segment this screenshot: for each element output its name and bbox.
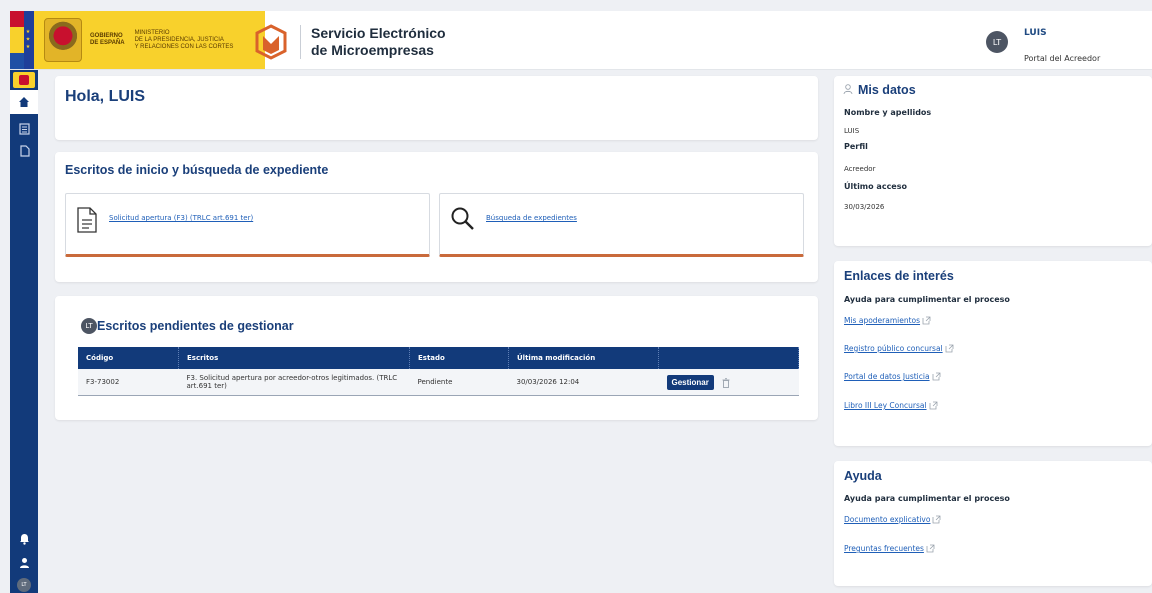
link-preguntas-frecuentes[interactable]: Preguntas frecuentes (844, 544, 935, 553)
bell-icon (19, 534, 29, 545)
sidebar-logo-icon (13, 72, 35, 88)
app-title: Servicio Electrónico de Microempresas (300, 25, 446, 59)
sidebar-item-home[interactable] (10, 90, 38, 114)
column-estado[interactable]: Estado (409, 347, 509, 369)
top-header: GOBIERNO DE ESPAÑA MINISTERIO DE LA PRES… (10, 11, 1152, 70)
escritos-card: Escritos de inicio y búsqueda de expedie… (55, 152, 818, 282)
column-escritos[interactable]: Escritos (178, 347, 410, 369)
pending-table: Código Escritos Estado Última modificaci… (78, 347, 799, 396)
link-portal-datos-justicia[interactable]: Portal de datos Justicia (844, 372, 941, 381)
perfil-value: Acreedor (844, 165, 876, 173)
external-link-icon (933, 515, 941, 524)
tile-busqueda-expedientes[interactable]: Búsqueda de expedientes (439, 193, 804, 257)
sidebar-item-documents[interactable] (17, 122, 31, 136)
enlaces-title: Enlaces de interés (844, 269, 954, 283)
solicitud-apertura-link[interactable]: Solicitud apertura (F3) (TRLC art.691 te… (109, 214, 253, 222)
coat-of-arms-icon (44, 18, 82, 62)
trash-icon[interactable] (722, 377, 730, 388)
link-label: Registro público concursal (844, 344, 943, 353)
ultimo-acceso-label: Último acceso (844, 182, 907, 191)
ayuda-title: Ayuda (844, 469, 882, 483)
sidebar-avatar[interactable]: LT (17, 578, 31, 592)
user-name[interactable]: LUIS (1024, 28, 1047, 38)
ultimo-acceso-value: 30/03/2026 (844, 203, 885, 211)
tile-solicitud-apertura[interactable]: Solicitud apertura (F3) (TRLC art.691 te… (65, 193, 430, 257)
column-actions (658, 347, 799, 369)
user-icon (19, 558, 29, 568)
table-row: F3-73002 F3. Solicitud apertura por acre… (78, 369, 799, 396)
link-label: Documento explicativo (844, 515, 931, 524)
pending-card: LT Escritos pendientes de gestionar Códi… (55, 296, 818, 420)
sidebar-item-profile[interactable] (17, 556, 31, 570)
user-role: Portal del Acreedor (1024, 54, 1101, 63)
sidebar: LT (10, 70, 38, 593)
external-link-icon (922, 316, 931, 325)
home-icon (19, 97, 29, 107)
sidebar-item-notifications[interactable] (17, 532, 31, 546)
greeting-card: Hola, LUIS (55, 76, 818, 140)
document-icon (77, 207, 97, 233)
link-libro-iii-ley-concursal[interactable]: Libro III Ley Concursal (844, 401, 938, 410)
eu-flag-icon (24, 11, 34, 69)
link-label: Mis apoderamientos (844, 316, 921, 325)
document-list-icon (18, 123, 30, 135)
external-link-icon (932, 372, 940, 381)
escritos-title: Escritos de inicio y búsqueda de expedie… (65, 163, 329, 177)
cell-modificacion: 30/03/2026 12:04 (508, 369, 659, 396)
sidebar-item-files[interactable] (17, 144, 31, 158)
cell-escritos: F3. Solicitud apertura por acreedor-otro… (178, 369, 410, 396)
cell-codigo: F3-73002 (78, 369, 179, 396)
external-link-icon (929, 401, 937, 410)
external-link-icon (926, 544, 935, 553)
mis-datos-title: Mis datos (858, 83, 916, 97)
link-documento-explicativo[interactable]: Documento explicativo (844, 515, 941, 524)
column-codigo[interactable]: Código (78, 347, 179, 369)
user-avatar[interactable]: LT (986, 31, 1008, 53)
ministry-label: MINISTERIO DE LA PRESIDENCIA, JUSTICIA Y… (134, 29, 234, 50)
file-icon (19, 145, 30, 157)
government-label: GOBIERNO DE ESPAÑA (90, 33, 125, 46)
enlaces-subtitle: Ayuda para cumplimentar el proceso (844, 295, 1010, 304)
cell-actions: Gestionar (658, 369, 799, 396)
app-logo-icon[interactable] (255, 24, 287, 60)
spain-flag-icon (10, 11, 24, 69)
cell-estado: Pendiente (409, 369, 509, 396)
link-mis-apoderamientos[interactable]: Mis apoderamientos (844, 316, 931, 325)
pending-title: Escritos pendientes de gestionar (97, 319, 294, 333)
link-label: Preguntas frecuentes (844, 544, 924, 553)
mis-datos-card: Mis datos Nombre y apellidos LUIS Perfil… (834, 76, 1152, 246)
link-label: Libro III Ley Concursal (844, 401, 927, 410)
ayuda-card: Ayuda Ayuda para cumplimentar el proceso… (834, 461, 1152, 586)
column-ultima-modificacion[interactable]: Última modificación (508, 347, 659, 369)
gestionar-button[interactable]: Gestionar (666, 374, 714, 390)
link-label: Portal de datos Justicia (844, 372, 930, 381)
nombre-value: LUIS (844, 127, 860, 135)
ayuda-subtitle: Ayuda para cumplimentar el proceso (844, 494, 1010, 503)
enlaces-card: Enlaces de interés Ayuda para cumpliment… (834, 261, 1152, 446)
external-link-icon (945, 344, 954, 353)
government-branding: GOBIERNO DE ESPAÑA MINISTERIO DE LA PRES… (10, 11, 265, 69)
nombre-label: Nombre y apellidos (844, 108, 932, 117)
perfil-label: Perfil (844, 142, 868, 151)
pending-badge: LT (81, 318, 97, 334)
link-registro-publico-concursal[interactable]: Registro público concursal (844, 344, 954, 353)
person-icon (843, 84, 853, 95)
busqueda-expedientes-link[interactable]: Búsqueda de expedientes (486, 214, 577, 222)
greeting-title: Hola, LUIS (65, 88, 146, 105)
search-icon (451, 207, 474, 230)
